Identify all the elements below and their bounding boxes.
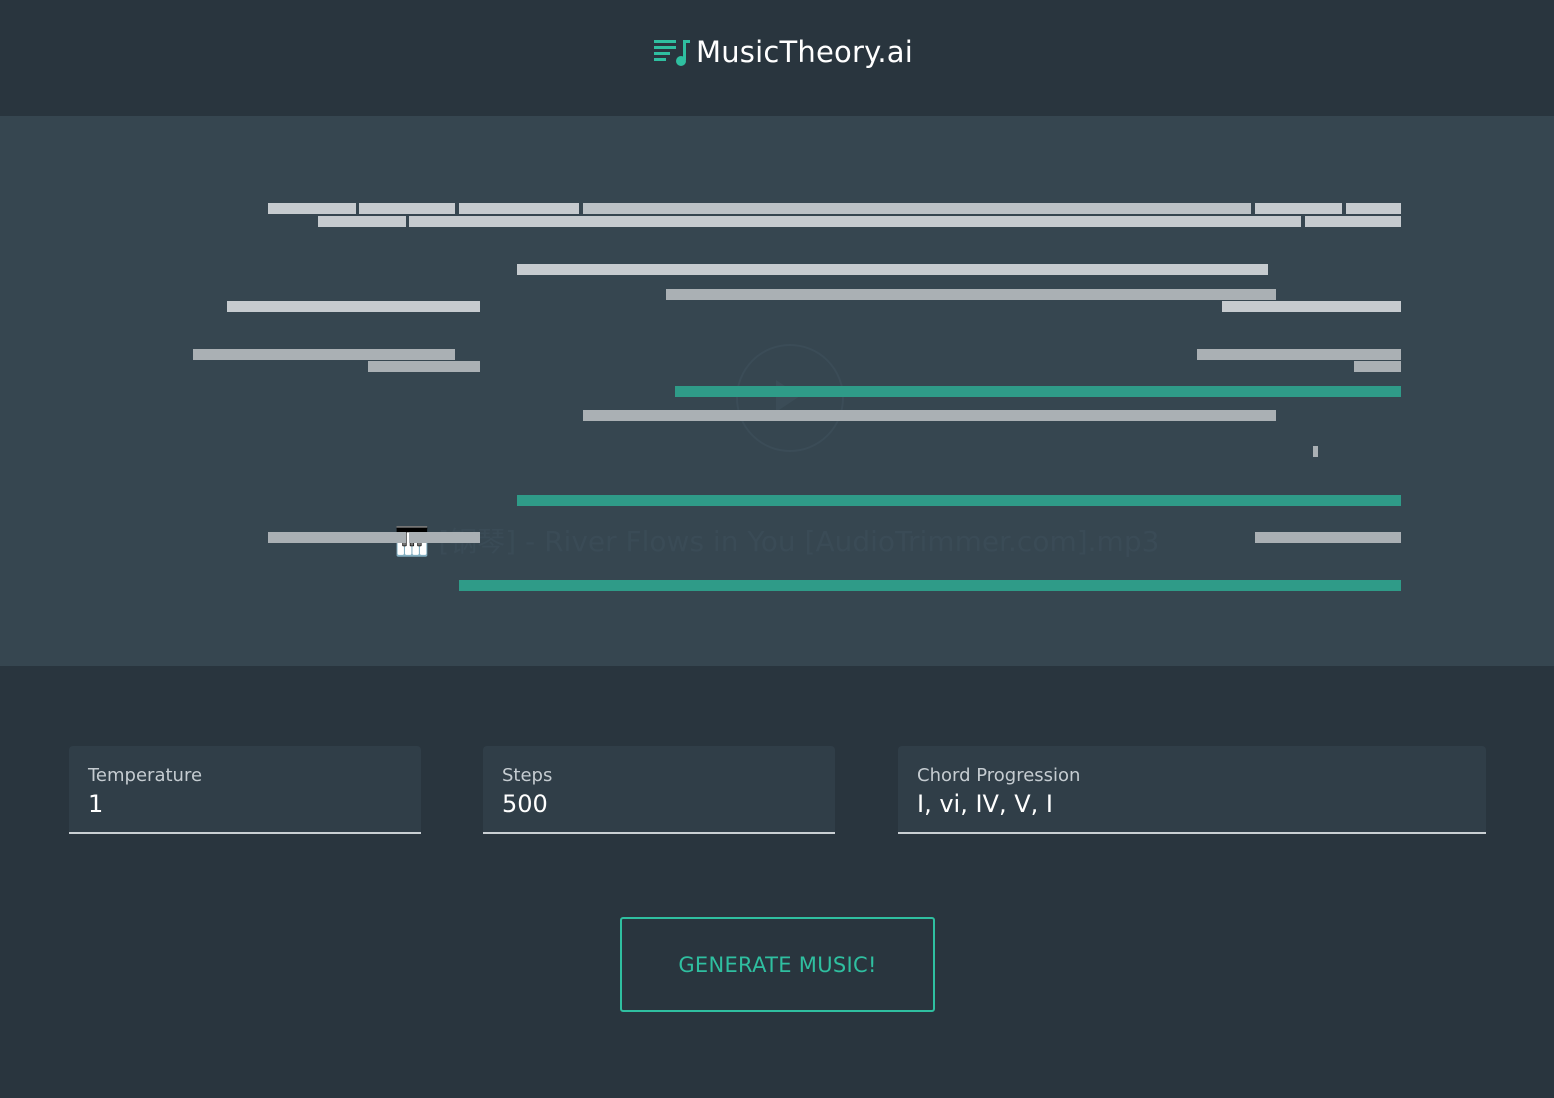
steps-label: Steps <box>502 765 553 786</box>
note <box>1346 203 1401 214</box>
note <box>583 410 1276 421</box>
temperature-field[interactable]: Temperature <box>69 746 421 834</box>
note <box>666 289 1276 300</box>
note <box>368 361 480 372</box>
note <box>1197 349 1401 360</box>
note <box>517 264 1268 275</box>
note <box>1313 446 1318 457</box>
note <box>1222 301 1401 312</box>
steps-input[interactable] <box>502 790 816 818</box>
note <box>268 203 356 214</box>
note <box>1354 361 1401 372</box>
note <box>409 216 1301 227</box>
note <box>318 216 406 227</box>
note <box>409 532 480 543</box>
note <box>359 203 455 214</box>
note <box>227 301 480 312</box>
note <box>583 203 1251 214</box>
app-header: MusicTheory.ai <box>0 0 1554 116</box>
brand[interactable]: MusicTheory.ai <box>654 30 913 74</box>
note <box>1255 532 1401 543</box>
chord-progression-input[interactable] <box>917 790 1467 818</box>
steps-field[interactable]: Steps <box>483 746 835 834</box>
chord-progression-field[interactable]: Chord Progression <box>898 746 1486 834</box>
note-active <box>675 386 1401 397</box>
note <box>459 203 579 214</box>
note-active <box>517 495 1401 506</box>
playlist-music-icon <box>654 40 690 66</box>
piano-roll-visualizer: 🎹 [钢琴] - River Flows in You [AudioTrimme… <box>0 116 1554 666</box>
note <box>268 532 406 543</box>
note <box>1255 203 1342 214</box>
chord-progression-label: Chord Progression <box>917 765 1081 786</box>
note <box>1305 216 1401 227</box>
temperature-label: Temperature <box>88 765 203 786</box>
note-active <box>459 580 1401 591</box>
brand-name: MusicTheory.ai <box>696 35 913 69</box>
note <box>193 349 455 360</box>
temperature-input[interactable] <box>88 790 402 818</box>
generate-music-button[interactable]: GENERATE MUSIC! <box>620 917 935 1012</box>
